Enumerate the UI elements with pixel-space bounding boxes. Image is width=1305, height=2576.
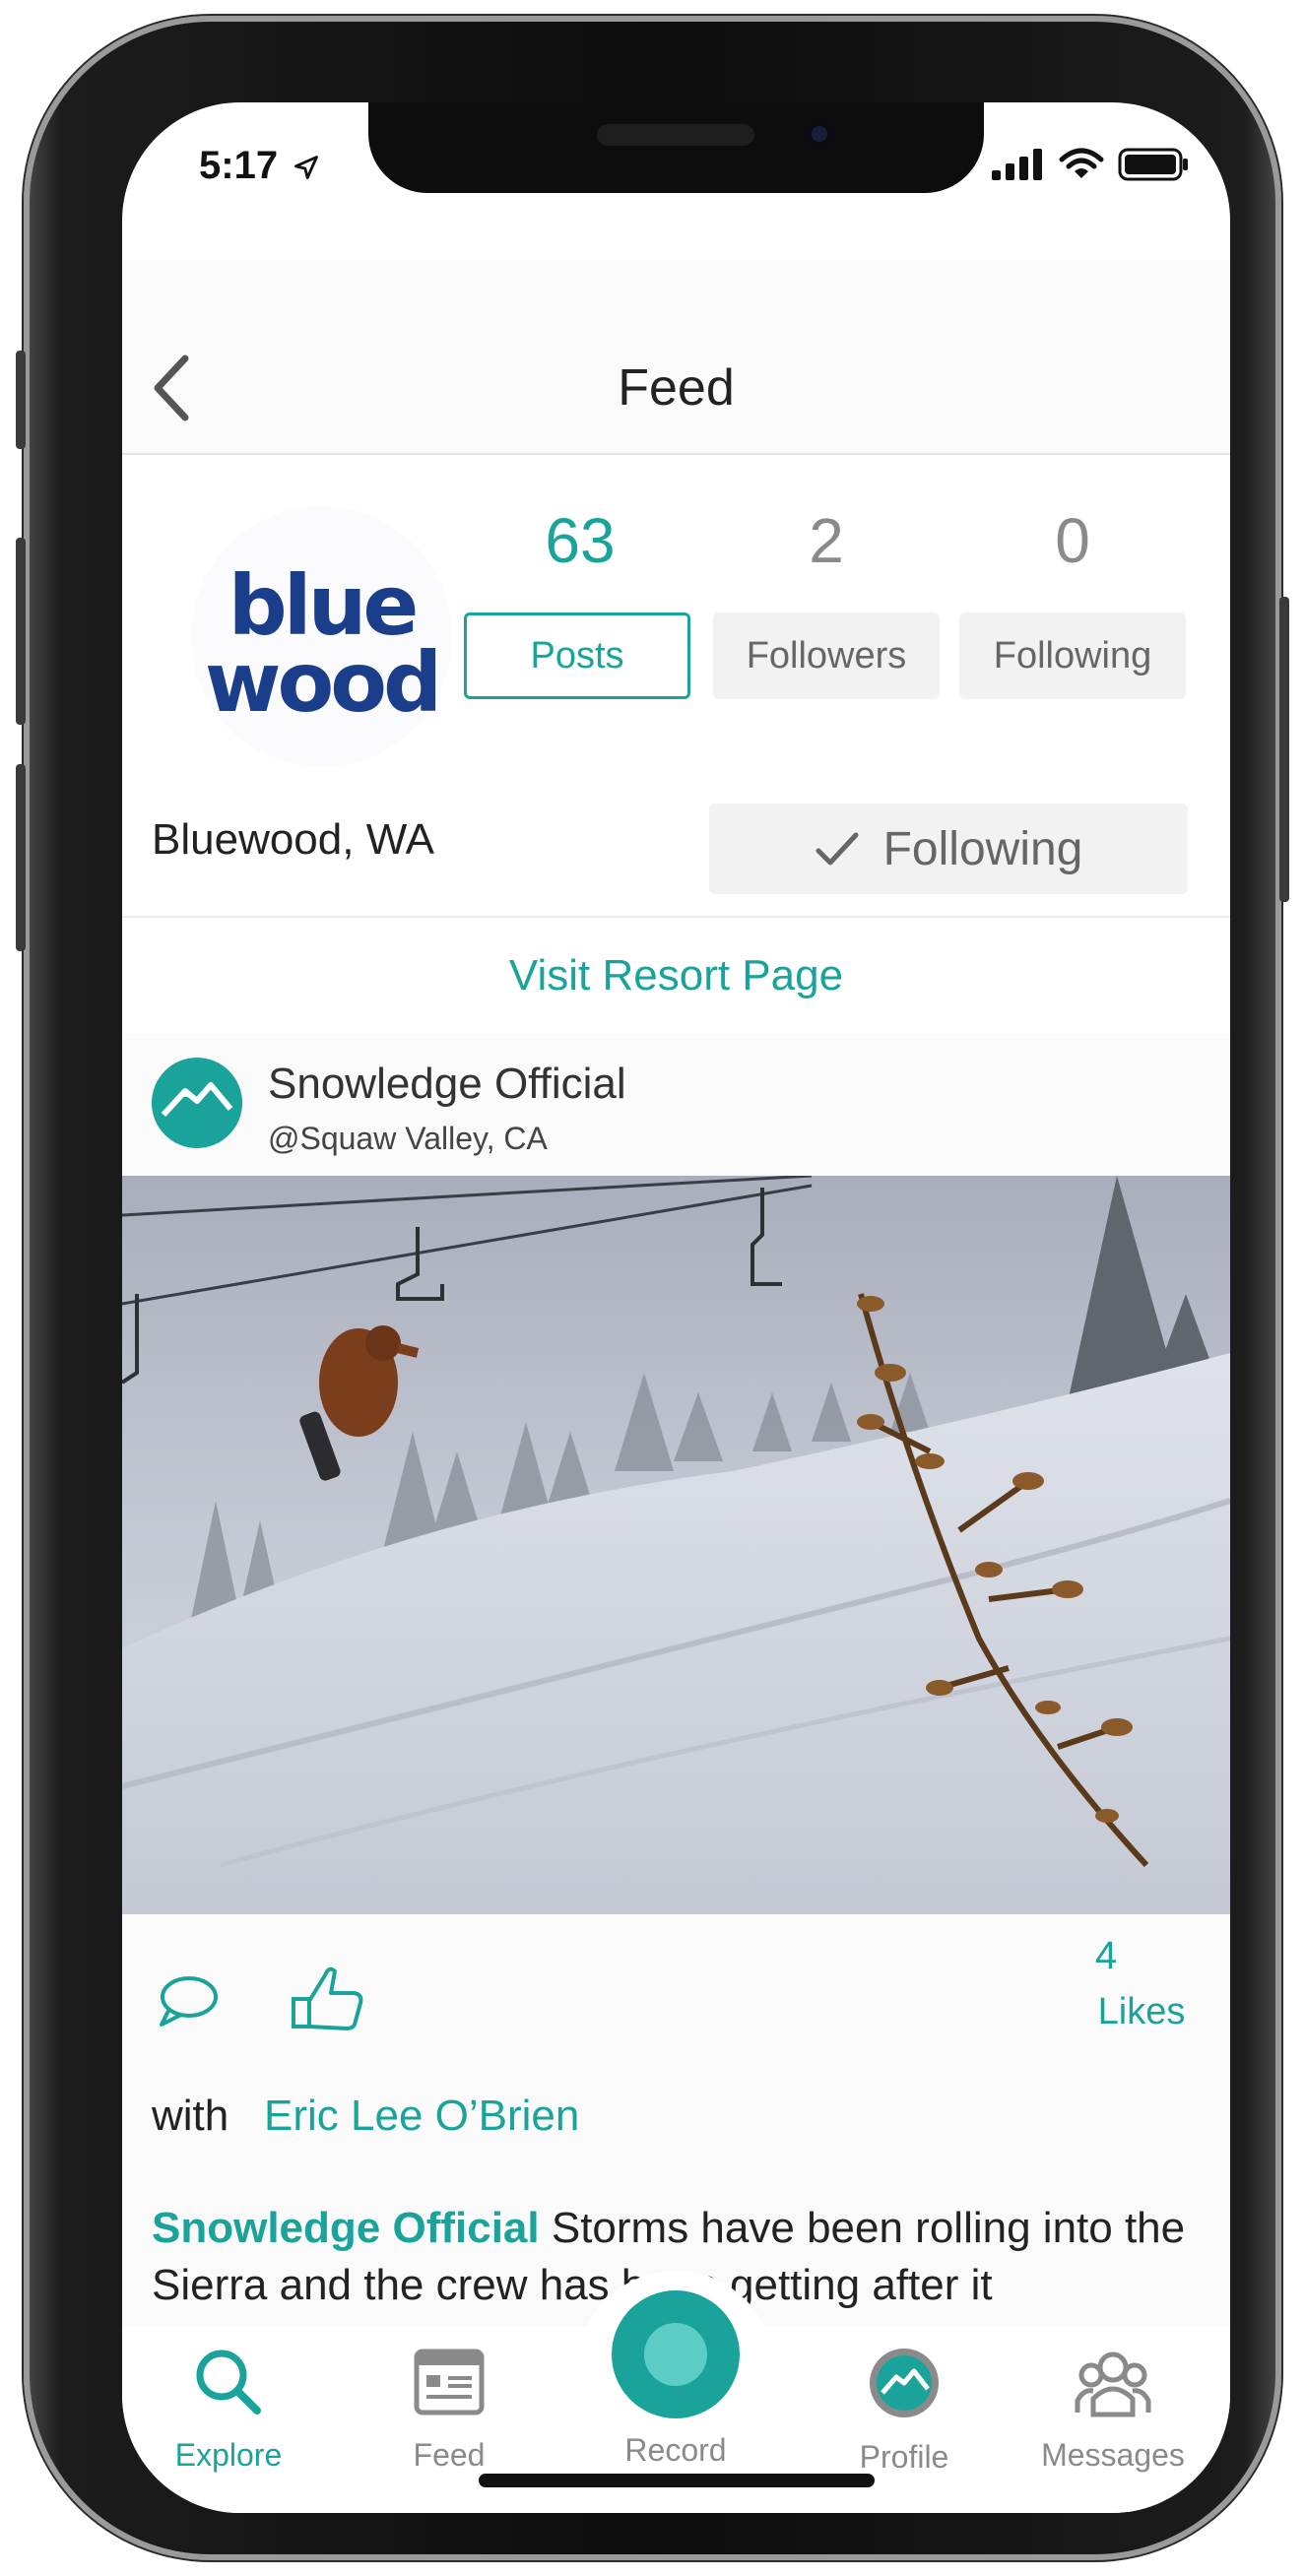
stat-posts: 63 [467,504,693,577]
tab-feed-label: Feed [413,2437,486,2473]
home-indicator[interactable] [479,2474,875,2487]
tab-profile-label: Profile [859,2439,949,2475]
post-actions: 4 Likes with Eric Lee O’Brien Snowledge … [122,1914,1230,2328]
caption-username[interactable]: Snowledge Official [152,2204,540,2252]
status-time: 5:17 [199,144,320,188]
post-location: @Squaw Valley, CA [268,1121,548,1156]
record-button[interactable] [612,2290,740,2418]
mute-switch [16,351,26,449]
tab-explore[interactable]: Explore [130,2346,327,2474]
cellular-signal-icon [992,149,1042,180]
comment-icon[interactable] [156,1973,219,2030]
profile-header: blue wood 63 2 0 Posts Followers Followi… [122,455,1230,918]
volume-down-button [16,764,26,951]
profile-avatar-icon [870,2349,939,2417]
screen: 5:17 Feed blue wood 63 2 0 Posts Followe… [122,102,1230,2513]
record-icon [644,2323,707,2386]
snowledge-avatar[interactable] [152,1058,242,1148]
followers-tab-button[interactable]: Followers [713,612,940,699]
visit-resort-link[interactable]: Visit Resort Page [122,951,1230,1000]
status-indicators [992,148,1189,181]
followers-count: 2 [809,505,844,576]
tab-messages[interactable]: Messages [1014,2346,1211,2474]
power-button [1279,597,1289,902]
earpiece-speaker [597,124,754,146]
location-arrow-icon [294,156,319,180]
tab-feed[interactable]: Feed [351,2346,548,2474]
tab-messages-label: Messages [1041,2437,1185,2473]
logo-text-bottom: wood [204,634,442,731]
tagged-user-link[interactable]: Eric Lee O’Brien [264,2092,579,2141]
page-title: Feed [618,359,735,417]
front-camera [804,118,835,150]
resort-location: Bluewood, WA [152,815,434,864]
tab-explore-label: Explore [174,2437,283,2473]
notch [368,102,984,193]
wifi-icon [1059,148,1104,178]
likes-label[interactable]: Likes [1082,1991,1201,2033]
resort-logo: blue wood [191,506,452,767]
feed-icon [414,2349,485,2415]
likes-count[interactable]: 4 [1047,1934,1165,1978]
post-photo[interactable] [122,1176,1230,1914]
mountain-logo-icon [161,1082,233,1118]
with-label: with [152,2092,229,2140]
visit-resort-row: Visit Resort Page [122,916,1230,1036]
post-username[interactable]: Snowledge Official [268,1060,626,1109]
checkmark-icon [816,832,859,866]
following-tab-button[interactable]: Following [959,612,1186,699]
tab-profile[interactable]: Profile [806,2346,1003,2476]
stat-following: 0 [959,504,1186,577]
battery-icon [1118,148,1188,181]
navigation-bar: Feed [122,260,1230,455]
following-count: 0 [1055,505,1090,576]
like-thumbs-up-icon[interactable] [290,1964,366,2032]
following-label: Following [882,822,1083,875]
following-toggle-button[interactable]: Following [709,804,1188,894]
post-header: Snowledge Official @Squaw Valley, CA [122,1034,1230,1176]
tab-record[interactable]: Record [577,2432,774,2469]
volume-up-button [16,538,26,725]
people-group-icon [1075,2351,1151,2417]
phone-frame: 5:17 Feed blue wood 63 2 0 Posts Followe… [16,16,1289,2560]
posts-count: 63 [545,505,616,576]
snowboarder-photo [122,1176,1230,1914]
search-icon [196,2350,261,2415]
tab-record-label: Record [624,2432,727,2468]
posts-tab-button[interactable]: Posts [464,612,690,699]
stat-followers: 2 [713,504,940,577]
